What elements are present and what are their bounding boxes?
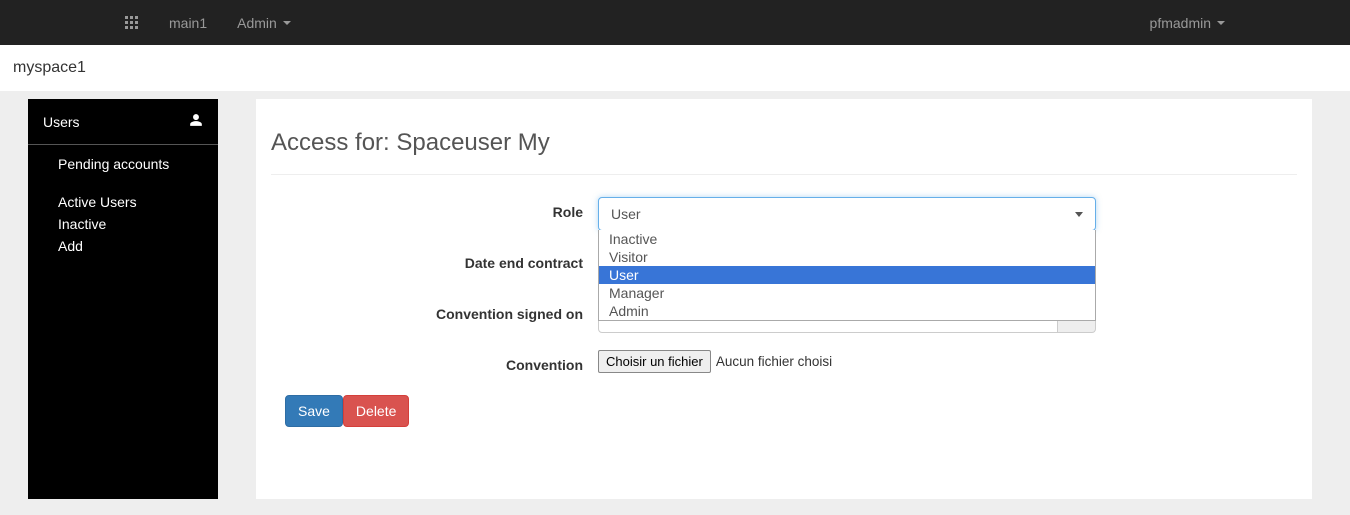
grid-icon [125, 16, 139, 30]
page-title-name: Spaceuser My [396, 129, 549, 156]
apps-grid-button[interactable] [110, 2, 154, 44]
role-field: User Inactive Visitor User Manager Admin [598, 197, 1297, 231]
nav-user-dropdown[interactable]: pfmadmin [1135, 1, 1240, 45]
role-option-manager[interactable]: Manager [599, 284, 1095, 302]
save-button[interactable]: Save [285, 395, 343, 427]
form-row-role: Role User Inactive Visitor User Manager … [271, 197, 1297, 231]
date-label: Date end contract [271, 248, 598, 271]
role-label: Role [271, 197, 598, 220]
role-select-value: User [611, 206, 641, 222]
navbar-right: pfmadmin [1135, 1, 1240, 45]
sidebar-item-add[interactable]: Add [28, 235, 218, 257]
role-dropdown: Inactive Visitor User Manager Admin [598, 230, 1096, 321]
main-wrap: Access for: Spaceuser My Role User Inact… [218, 99, 1350, 499]
sidebar-header-label: Users [43, 114, 80, 130]
convention-file-field: Choisir un fichier Aucun fichier choisi [598, 350, 1297, 373]
role-select[interactable]: User [598, 197, 1096, 231]
nav-user-label: pfmadmin [1150, 15, 1211, 31]
breadcrumb: myspace1 [0, 45, 1350, 91]
file-status-text: Aucun fichier choisi [716, 354, 832, 369]
delete-button[interactable]: Delete [343, 395, 409, 427]
user-icon [189, 113, 203, 130]
nav-admin-dropdown[interactable]: Admin [222, 1, 306, 45]
page-title-prefix: Access for: [271, 129, 396, 156]
main-layout: Users Pending accounts Active Users Inac… [0, 91, 1350, 499]
page-title: Access for: Spaceuser My [271, 129, 1297, 175]
role-option-user[interactable]: User [599, 266, 1095, 284]
action-buttons: Save Delete [271, 395, 1297, 427]
convention-signed-label: Convention signed on [271, 299, 598, 322]
caret-down-icon [1217, 21, 1225, 25]
navbar-left: main1 Admin [110, 1, 306, 45]
nav-admin-label: Admin [237, 15, 277, 31]
convention-label: Convention [271, 350, 598, 373]
form-row-convention-file: Convention Choisir un fichier Aucun fich… [271, 350, 1297, 373]
sidebar-menu: Pending accounts Active Users Inactive A… [28, 145, 218, 269]
caret-down-icon [283, 21, 291, 25]
file-choose-button[interactable]: Choisir un fichier [598, 350, 711, 373]
role-option-admin[interactable]: Admin [599, 302, 1095, 320]
chevron-down-icon [1075, 212, 1083, 217]
sidebar-item-inactive[interactable]: Inactive [28, 213, 218, 235]
breadcrumb-space[interactable]: myspace1 [13, 59, 86, 76]
main-panel: Access for: Spaceuser My Role User Inact… [256, 99, 1312, 499]
sidebar: Users Pending accounts Active Users Inac… [28, 99, 218, 499]
sidebar-item-active-users[interactable]: Active Users [28, 191, 218, 213]
top-navbar: main1 Admin pfmadmin [0, 0, 1350, 45]
sidebar-item-pending[interactable]: Pending accounts [28, 153, 218, 191]
role-option-visitor[interactable]: Visitor [599, 248, 1095, 266]
role-option-inactive[interactable]: Inactive [599, 230, 1095, 248]
nav-main-link[interactable]: main1 [154, 1, 222, 45]
sidebar-header[interactable]: Users [28, 99, 218, 145]
